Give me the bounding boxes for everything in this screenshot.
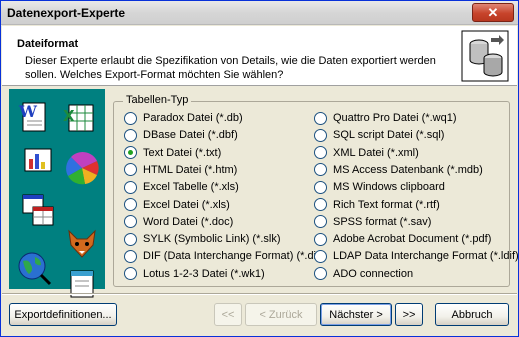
export-definitions-button[interactable]: Exportdefinitionen... — [9, 303, 117, 326]
color-palette-icon — [66, 152, 99, 185]
radio-button[interactable] — [124, 232, 137, 246]
format-option-label: Adobe Acrobat Document (*.pdf) — [333, 233, 492, 246]
radio-button[interactable] — [124, 249, 137, 263]
format-option-label: MS Windows clipboard — [333, 181, 445, 194]
format-option[interactable]: Text Datei (*.txt) — [124, 145, 221, 161]
radio-button[interactable] — [314, 111, 327, 125]
format-option-label: Word Datei (*.doc) — [143, 215, 234, 228]
svg-text:W: W — [18, 102, 38, 121]
format-option[interactable]: SYLK (Symbolic Link) (*.slk) — [124, 231, 281, 247]
radio-button[interactable] — [314, 198, 327, 211]
wizard-header: Dateiformat Dieser Experte erlaubt die S… — [2, 26, 517, 86]
format-option[interactable]: Rich Text format (*.rtf) — [314, 197, 440, 213]
radio-button[interactable] — [124, 146, 137, 160]
format-option[interactable]: Paradox Datei (*.db) — [124, 110, 243, 126]
format-option[interactable]: MS Access Datenbank (*.mdb) — [314, 162, 483, 178]
page-title: Dateiformat — [17, 38, 79, 50]
footer-separator — [2, 293, 517, 295]
radio-button[interactable] — [124, 267, 137, 281]
format-option[interactable]: Quattro Pro Datei (*.wq1) — [314, 110, 457, 126]
format-option[interactable]: Excel Datei (*.xls) — [124, 197, 230, 213]
format-option[interactable]: Excel Tabelle (*.xls) — [124, 179, 239, 195]
table-type-group-title: Tabellen-Typ — [123, 94, 192, 106]
database-export-icon — [461, 30, 509, 82]
format-option-label: Text Datei (*.txt) — [143, 146, 222, 159]
format-option[interactable]: LDAP Data Interchange Format (*.ldif) — [314, 248, 519, 264]
format-option-label: Paradox Datei (*.db) — [143, 112, 243, 124]
format-option-label: SPSS format (*.sav) — [333, 215, 432, 228]
format-option-label: SYLK (Symbolic Link) (*.slk) — [143, 233, 281, 246]
format-option-label: XML Datei (*.xml) — [333, 146, 419, 159]
chart-document-icon — [24, 148, 52, 172]
radio-button[interactable] — [314, 128, 327, 142]
fox-mascot-icon — [68, 229, 96, 258]
radio-button[interactable] — [124, 111, 137, 125]
format-option-label: HTML Datei (*.htm) — [143, 163, 238, 176]
radio-button[interactable] — [314, 249, 327, 263]
radio-button[interactable] — [124, 198, 137, 211]
format-option-label: Lotus 1-2-3 Datei (*.wk1) — [143, 267, 265, 280]
format-option-label: Excel Datei (*.xls) — [143, 198, 230, 211]
radio-button[interactable] — [314, 267, 327, 281]
next-button[interactable]: Nächster > — [320, 303, 392, 326]
last-page-button[interactable]: >> — [395, 303, 423, 326]
back-button[interactable]: < Zurück — [245, 303, 317, 326]
format-option-label: MS Access Datenbank (*.mdb) — [333, 163, 483, 176]
window-title: Datenexport-Experte — [7, 6, 126, 20]
radio-button[interactable] — [314, 232, 327, 246]
cancel-button[interactable]: Abbruch — [435, 303, 509, 326]
format-option[interactable]: Word Datei (*.doc) — [124, 214, 233, 230]
format-option-label: Quattro Pro Datei (*.wq1) — [333, 112, 457, 124]
excel-spreadsheet-icon: X — [63, 104, 94, 132]
format-option[interactable]: Lotus 1-2-3 Datei (*.wk1) — [124, 266, 265, 282]
radio-button[interactable] — [124, 163, 137, 177]
radio-button[interactable] — [124, 128, 137, 142]
format-option-label: DIF (Data Interchange Format) (*.dif) — [143, 250, 323, 263]
format-option-label: DBase Datei (*.dbf) — [143, 129, 238, 142]
format-option[interactable]: XML Datei (*.xml) — [314, 145, 419, 161]
format-option[interactable]: ADO connection — [314, 266, 413, 282]
format-option-label: ADO connection — [333, 267, 414, 280]
table-windows-icon — [22, 194, 54, 226]
radio-button[interactable] — [124, 215, 137, 229]
format-option-label: SQL script Datei (*.sql) — [333, 129, 445, 142]
radio-button[interactable] — [314, 180, 327, 194]
format-option[interactable]: DIF (Data Interchange Format) (*.dif) — [124, 248, 323, 264]
word-document-icon: W — [18, 102, 46, 132]
radio-button[interactable] — [314, 163, 327, 177]
radio-button[interactable] — [314, 146, 327, 160]
svg-text:X: X — [63, 107, 75, 125]
format-illustration-panel: W X — [9, 89, 105, 298]
format-option[interactable]: HTML Datei (*.htm) — [124, 162, 237, 178]
radio-button[interactable] — [124, 180, 137, 194]
format-option-label: Excel Tabelle (*.xls) — [143, 181, 239, 194]
format-option-label: Rich Text format (*.rtf) — [333, 198, 440, 211]
format-option[interactable]: SPSS format (*.sav) — [314, 214, 431, 230]
format-option[interactable]: MS Windows clipboard — [314, 179, 445, 195]
format-option[interactable]: SQL script Datei (*.sql) — [314, 127, 444, 143]
title-bar[interactable]: Datenexport-Experte ✕ — [1, 1, 518, 25]
close-button[interactable]: ✕ — [472, 3, 514, 22]
notepad-icon — [70, 270, 94, 298]
export-wizard-window: Datenexport-Experte ✕ Dateiformat Dieser… — [0, 0, 519, 337]
format-option[interactable]: DBase Datei (*.dbf) — [124, 127, 238, 143]
radio-button[interactable] — [314, 215, 327, 229]
globe-search-icon — [18, 252, 52, 286]
format-option-label: LDAP Data Interchange Format (*.ldif) — [333, 250, 519, 263]
format-option[interactable]: Adobe Acrobat Document (*.pdf) — [314, 231, 491, 247]
page-description: Dieser Experte erlaubt die Spezifikation… — [25, 55, 436, 81]
first-page-button[interactable]: << — [214, 303, 242, 326]
